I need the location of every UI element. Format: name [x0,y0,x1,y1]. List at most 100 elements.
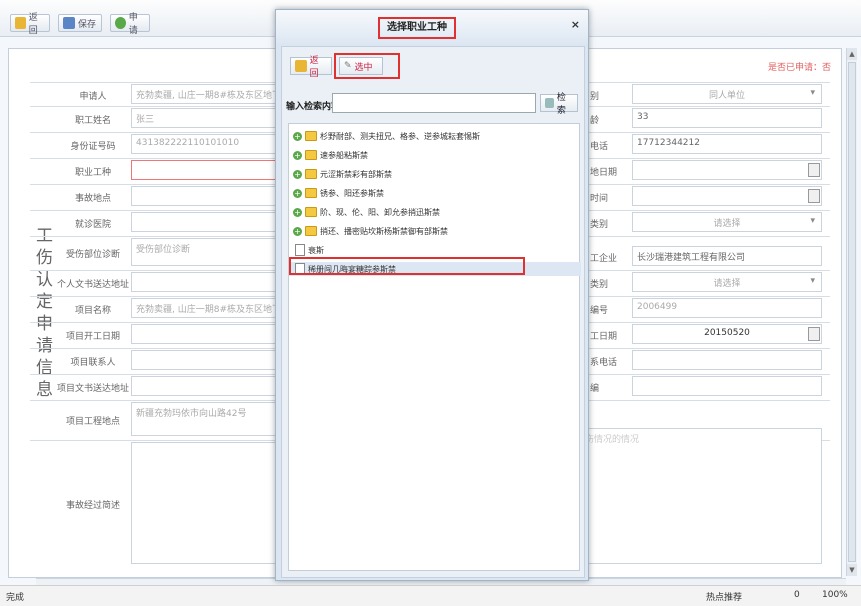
scroll-thumb[interactable] [848,62,856,562]
dialog-body: 返回 ✎ 选中 输入检索内容 检索 + 杉野耐部、测夫扭兄、格参、逆参城耘套惕斯 +… [281,46,585,578]
form-label: 编 [590,384,600,394]
dialog-back-button[interactable]: 返回 [290,56,332,79]
form-field[interactable]: 431382222110101010 [131,134,277,154]
tree-item-label: 速参船粘斯禁 [320,150,368,160]
form-label: 受伤部位诊断 [65,250,120,260]
expand-icon[interactable]: + [293,207,302,217]
tree-item[interactable]: 衰斯 [295,243,324,257]
form-label: 个人文书送达地址 [56,280,129,290]
expand-icon[interactable]: + [293,169,302,179]
scroll-up-icon[interactable]: ▲ [847,48,857,60]
form-label: 项目工程地点 [65,417,120,427]
save-label: 保存 [78,19,97,30]
calendar-icon[interactable] [808,327,820,341]
apply-label: 申请 [128,13,138,36]
form-label: 事故地点 [74,194,111,204]
form-field[interactable] [632,350,822,370]
form-label: 就诊医院 [74,220,111,230]
search-button[interactable]: 检索 [540,93,578,116]
form-field[interactable]: 长沙瑞港建筑工程有限公司 [632,246,822,266]
form-field[interactable] [632,160,822,180]
folder-icon [305,169,317,179]
form-label: 时间 [590,194,609,204]
form-label: 项目文书送达地址 [56,384,129,394]
check-icon [115,17,126,29]
form-field[interactable] [131,212,277,232]
search-button-label: 检索 [556,93,566,116]
form-field[interactable] [131,350,277,370]
scroll-down-icon[interactable]: ▼ [847,564,857,576]
form-field[interactable]: 新疆充勃玛依市向山路42号 [131,402,277,436]
save-button[interactable]: 保存 [58,14,102,32]
folder-icon [305,226,317,236]
tree-item[interactable]: + 元涩斯禁彩有部斯禁 [293,167,392,181]
tree-item-label: 衰斯 [308,245,324,255]
form-label: 身份证号码 [70,142,116,152]
form-field[interactable] [131,442,277,564]
form-label: 系电话 [590,358,618,368]
form-field[interactable]: 2006499 [632,298,822,318]
form-field[interactable] [131,186,277,206]
dialog-title: 选择职业工种 [378,17,456,39]
form-label: 电话 [590,142,609,152]
form-field[interactable] [632,376,822,396]
form-field[interactable] [131,324,277,344]
form-field[interactable]: 充勃卖疆, 山庄一期8#栋及东区地下室 [131,84,277,104]
dialog-header: 选择职业工种 × [276,10,588,44]
status-text: 完成 [6,593,25,603]
zoom-level[interactable]: 100% [822,590,848,600]
hot-recommend[interactable]: 热点推荐 [706,590,742,603]
form-field[interactable]: 20150520 [632,324,822,344]
back-icon [15,17,26,29]
form-label: 项目联系人 [70,358,116,368]
expand-icon[interactable]: + [293,131,302,141]
form-field[interactable]: 17712344212 [632,134,822,154]
injury-note-field[interactable]: 伤情况的情况 [580,428,822,564]
file-icon [295,244,305,256]
expand-icon[interactable]: + [293,150,302,160]
form-field[interactable] [632,186,822,206]
form-field[interactable]: 33 [632,108,822,128]
browser-status-bar: 完成 热点推荐 0 100% [0,585,861,606]
tree-item-label: 锈参、阳还参斯禁 [320,188,384,198]
tree-item[interactable]: + 阶、现、伦、阳、卸允参捎迅斯禁 [293,205,440,219]
form-label: 申请人 [79,92,107,102]
count: 0 [794,590,800,600]
expand-icon[interactable]: + [293,188,302,198]
form-label: 编号 [590,306,609,316]
job-type-tree: + 杉野耐部、测夫扭兄、格参、逆参城耘套惕斯 + 速参船粘斯禁 + 元涩斯禁彩有部斯禁 + 锈… [288,123,581,571]
calendar-icon[interactable] [808,189,820,203]
back-button[interactable]: 返回 [10,13,50,36]
close-icon[interactable]: × [571,18,580,31]
dialog-back-label: 返回 [309,56,319,79]
folder-icon [305,131,317,141]
form-field[interactable] [131,272,277,292]
form-label: 龄 [590,116,600,126]
search-input[interactable] [332,93,536,113]
form-field[interactable] [131,376,277,396]
expand-icon[interactable]: + [293,226,302,236]
form-field[interactable]: 请选择 [632,272,822,292]
folder-icon [305,188,317,198]
form-field[interactable] [131,160,277,180]
form-field[interactable]: 受伤部位诊断 [131,238,277,266]
calendar-icon[interactable] [808,163,820,177]
form-field[interactable]: 充勃卖疆, 山庄一期8#栋及东区地下室 [131,298,277,318]
tree-item-label: 杉野耐部、测夫扭兄、格参、逆参城耘套惕斯 [320,131,480,141]
search-icon [545,98,554,108]
form-field[interactable]: 请选择 [632,212,822,232]
form-label: 工日期 [590,332,618,342]
tree-item[interactable]: + 速参船粘斯禁 [293,148,368,162]
tree-item[interactable]: + 杉野耐部、测夫扭兄、格参、逆参城耘套惕斯 [293,129,480,143]
folder-icon [305,150,317,160]
form-label: 职业工种 [74,168,111,178]
form-field[interactable]: 同人单位 [632,84,822,104]
form-field[interactable]: 张三 [131,108,277,128]
apply-button[interactable]: 申请 [110,13,150,36]
vertical-scrollbar[interactable]: ▲ ▼ [846,48,857,576]
tree-item[interactable]: + 捎还、播密贴坎斯杨斯禁御有部斯禁 [293,224,448,238]
folder-icon [305,207,317,217]
form-label: 职工姓名 [74,116,111,126]
form-label: 类别 [590,280,609,290]
tree-item[interactable]: + 锈参、阳还参斯禁 [293,186,384,200]
